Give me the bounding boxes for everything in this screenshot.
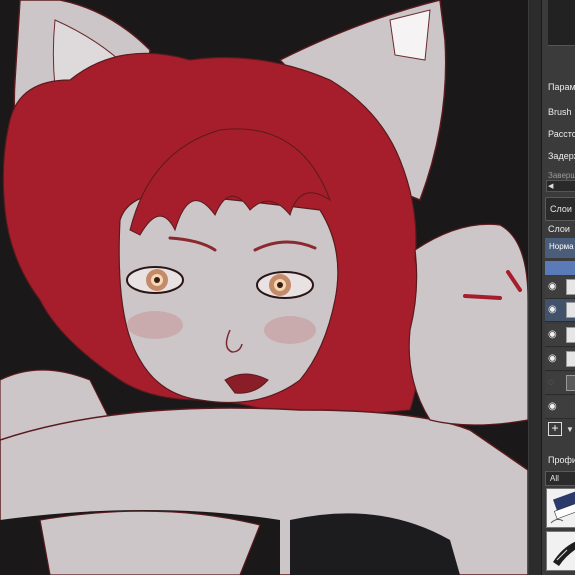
eye-icon[interactable]: ◉	[548, 305, 558, 315]
left-pupil	[154, 277, 160, 283]
layer-row[interactable]: ◌	[545, 372, 575, 395]
layer-row[interactable]: ◉	[545, 276, 575, 299]
settings-scrollbar[interactable]: ◀	[546, 180, 575, 192]
panel-splitter[interactable]	[528, 0, 542, 575]
delay-label: Задерж	[548, 151, 575, 161]
layer-thumbnail	[566, 327, 575, 343]
add-layer-menu-icon[interactable]: ▼	[566, 425, 574, 434]
layer-set-dropdown[interactable]: Слои	[545, 197, 575, 221]
brush-preset-pen[interactable]	[546, 531, 575, 571]
layer-selected-strip[interactable]	[545, 261, 575, 275]
add-layer-button[interactable]: +	[548, 422, 562, 436]
artwork	[0, 0, 528, 575]
layer-thumbnail	[566, 351, 575, 367]
profile-filter-dropdown[interactable]: All	[545, 471, 575, 486]
eye-icon[interactable]: ◉	[548, 330, 558, 340]
layer-thumbnail	[566, 302, 575, 318]
left-blush	[127, 311, 183, 339]
spacing-label: Рассто	[548, 129, 575, 139]
arm-lower	[39, 510, 261, 575]
brush-preset-eraser[interactable]	[546, 488, 575, 528]
layer-row[interactable]: ◉	[545, 348, 575, 371]
layer-row[interactable]: ◉	[545, 299, 575, 322]
eye-hidden-icon[interactable]: ◌	[548, 378, 558, 388]
face	[118, 193, 339, 404]
profiles-label: Профи	[548, 455, 575, 465]
properties-panel: Парам Brush Рассто Задерж Заверш ◀ Слои …	[542, 0, 575, 575]
blend-mode-value: Норма	[549, 242, 574, 251]
layer-set-value: Слои	[550, 204, 572, 214]
profile-filter-value: All	[550, 474, 559, 483]
fingernail-1	[463, 294, 502, 300]
eye-icon[interactable]: ◉	[548, 402, 558, 412]
pen-icon	[553, 541, 575, 566]
finish-label: Заверш	[548, 171, 575, 180]
layer-row[interactable]: ◉	[545, 324, 575, 347]
layer-thumbnail	[566, 279, 575, 295]
layers-label: Слои	[548, 224, 570, 234]
right-pupil	[277, 282, 283, 288]
right-blush	[264, 316, 316, 344]
panel-preview-box	[548, 0, 575, 46]
layer-thumbnail	[566, 375, 575, 391]
blend-mode-select[interactable]: Норма	[545, 238, 575, 258]
layer-row[interactable]: ◉	[545, 396, 575, 419]
eraser-icon	[550, 491, 575, 524]
drawing-canvas[interactable]	[0, 0, 528, 575]
eye-icon[interactable]: ◉	[548, 282, 558, 292]
hand	[408, 223, 528, 426]
brush-label: Brush	[548, 107, 572, 117]
scroll-left-icon[interactable]: ◀	[548, 182, 553, 190]
params-label: Парам	[548, 82, 575, 92]
eye-icon[interactable]: ◉	[548, 354, 558, 364]
